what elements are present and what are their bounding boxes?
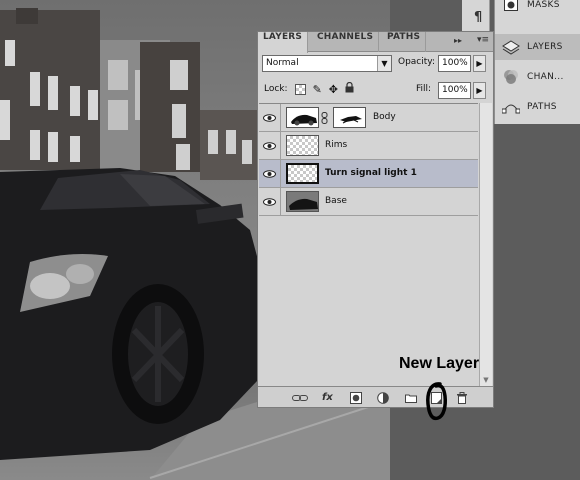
layer-thumbnail[interactable] <box>286 163 319 184</box>
lock-transparent-pixels-icon[interactable] <box>294 83 306 95</box>
add-mask-icon[interactable] <box>350 390 362 405</box>
lock-controls: Lock: ✎ ✥ <box>264 81 354 96</box>
visibility-eye-icon[interactable] <box>259 188 281 215</box>
layer-row-rims[interactable]: Rims <box>259 132 478 160</box>
dock-item-label: LAYERS <box>527 42 563 52</box>
chevron-down-icon: ▼ <box>377 56 391 71</box>
panel-menu-icon[interactable]: ▾≡ <box>477 35 489 45</box>
blend-mode-select[interactable]: Normal ▼ <box>262 55 392 72</box>
channels-icon <box>502 68 520 86</box>
layer-name[interactable]: Turn signal light 1 <box>325 168 417 178</box>
adjustment-layer-icon[interactable] <box>377 390 389 405</box>
lock-image-pixels-icon[interactable]: ✎ <box>313 83 322 96</box>
blend-mode-value: Normal <box>266 58 299 68</box>
lock-all-icon[interactable] <box>345 81 354 96</box>
layer-thumbnail[interactable] <box>286 107 319 128</box>
paragraph-icon[interactable]: ¶ <box>474 10 482 25</box>
opacity-slider-arrow-icon[interactable]: ▶ <box>473 55 486 72</box>
layer-row-base[interactable]: Base <box>259 188 478 216</box>
layer-name[interactable]: Body <box>373 112 396 122</box>
masks-icon <box>502 0 520 14</box>
lock-label: Lock: <box>264 84 288 94</box>
layer-row-turn-signal-light-1[interactable]: Turn signal light 1 <box>259 160 478 188</box>
tab-channels[interactable]: CHANNELS <box>312 32 380 52</box>
dock-item-paths[interactable]: PATHS <box>495 94 580 120</box>
dock-item-label: CHAN... <box>527 72 564 82</box>
scroll-down-arrow-icon[interactable]: ▼ <box>480 374 492 386</box>
opacity-field[interactable]: 100% <box>438 55 471 72</box>
fill-field[interactable]: 100% <box>438 82 471 99</box>
fill-slider-arrow-icon[interactable]: ▶ <box>473 82 486 99</box>
tab-paths[interactable]: PATHS <box>382 32 427 52</box>
layer-mask-thumbnail[interactable] <box>333 107 366 128</box>
dock-item-channels[interactable]: CHAN... <box>495 64 580 90</box>
lock-position-icon[interactable]: ✥ <box>329 83 338 96</box>
panel-bottom-toolbar: fx <box>258 386 493 407</box>
mask-link-chain-icon[interactable] <box>321 112 329 127</box>
layer-name[interactable]: Base <box>325 196 347 206</box>
tab-layers[interactable]: LAYERS <box>258 32 309 53</box>
trash-icon[interactable] <box>457 390 467 405</box>
dock-item-masks[interactable]: MASKS <box>495 0 580 18</box>
visibility-eye-icon[interactable] <box>259 160 281 187</box>
new-layer-annotation: New Layer <box>399 355 480 372</box>
dock-item-label: MASKS <box>527 0 560 10</box>
fx-icon[interactable]: fx <box>322 390 333 405</box>
layer-thumbnail[interactable] <box>286 135 319 156</box>
collapse-icon[interactable]: ▸▸ <box>454 36 462 45</box>
fill-label: Fill: <box>416 84 432 94</box>
new-group-icon[interactable] <box>405 390 417 405</box>
layer-thumbnail[interactable] <box>286 191 319 212</box>
layers-scrollbar[interactable]: ▼ <box>479 103 492 386</box>
opacity-label: Opacity: <box>398 57 435 67</box>
visibility-eye-icon[interactable] <box>259 104 281 131</box>
panel-dock: MASKS LAYERS CHAN... PATHS <box>494 0 580 124</box>
dock-item-label: PATHS <box>527 102 557 112</box>
layer-name[interactable]: Rims <box>325 140 347 150</box>
panel-tabs: LAYERS CHANNELS PATHS ▸▸ ▾≡ <box>258 32 493 53</box>
layers-list: Body Rims Turn signal light 1 Base <box>259 103 478 385</box>
annotation-circle-mark <box>426 382 447 421</box>
link-layers-icon[interactable] <box>292 390 308 405</box>
visibility-eye-icon[interactable] <box>259 132 281 159</box>
layers-panel: LAYERS CHANNELS PATHS ▸▸ ▾≡ Normal ▼ Opa… <box>257 31 494 408</box>
dock-item-layers[interactable]: LAYERS <box>495 34 580 60</box>
layers-icon <box>502 38 520 56</box>
layer-row-body[interactable]: Body <box>259 104 478 132</box>
paths-icon <box>502 98 520 116</box>
